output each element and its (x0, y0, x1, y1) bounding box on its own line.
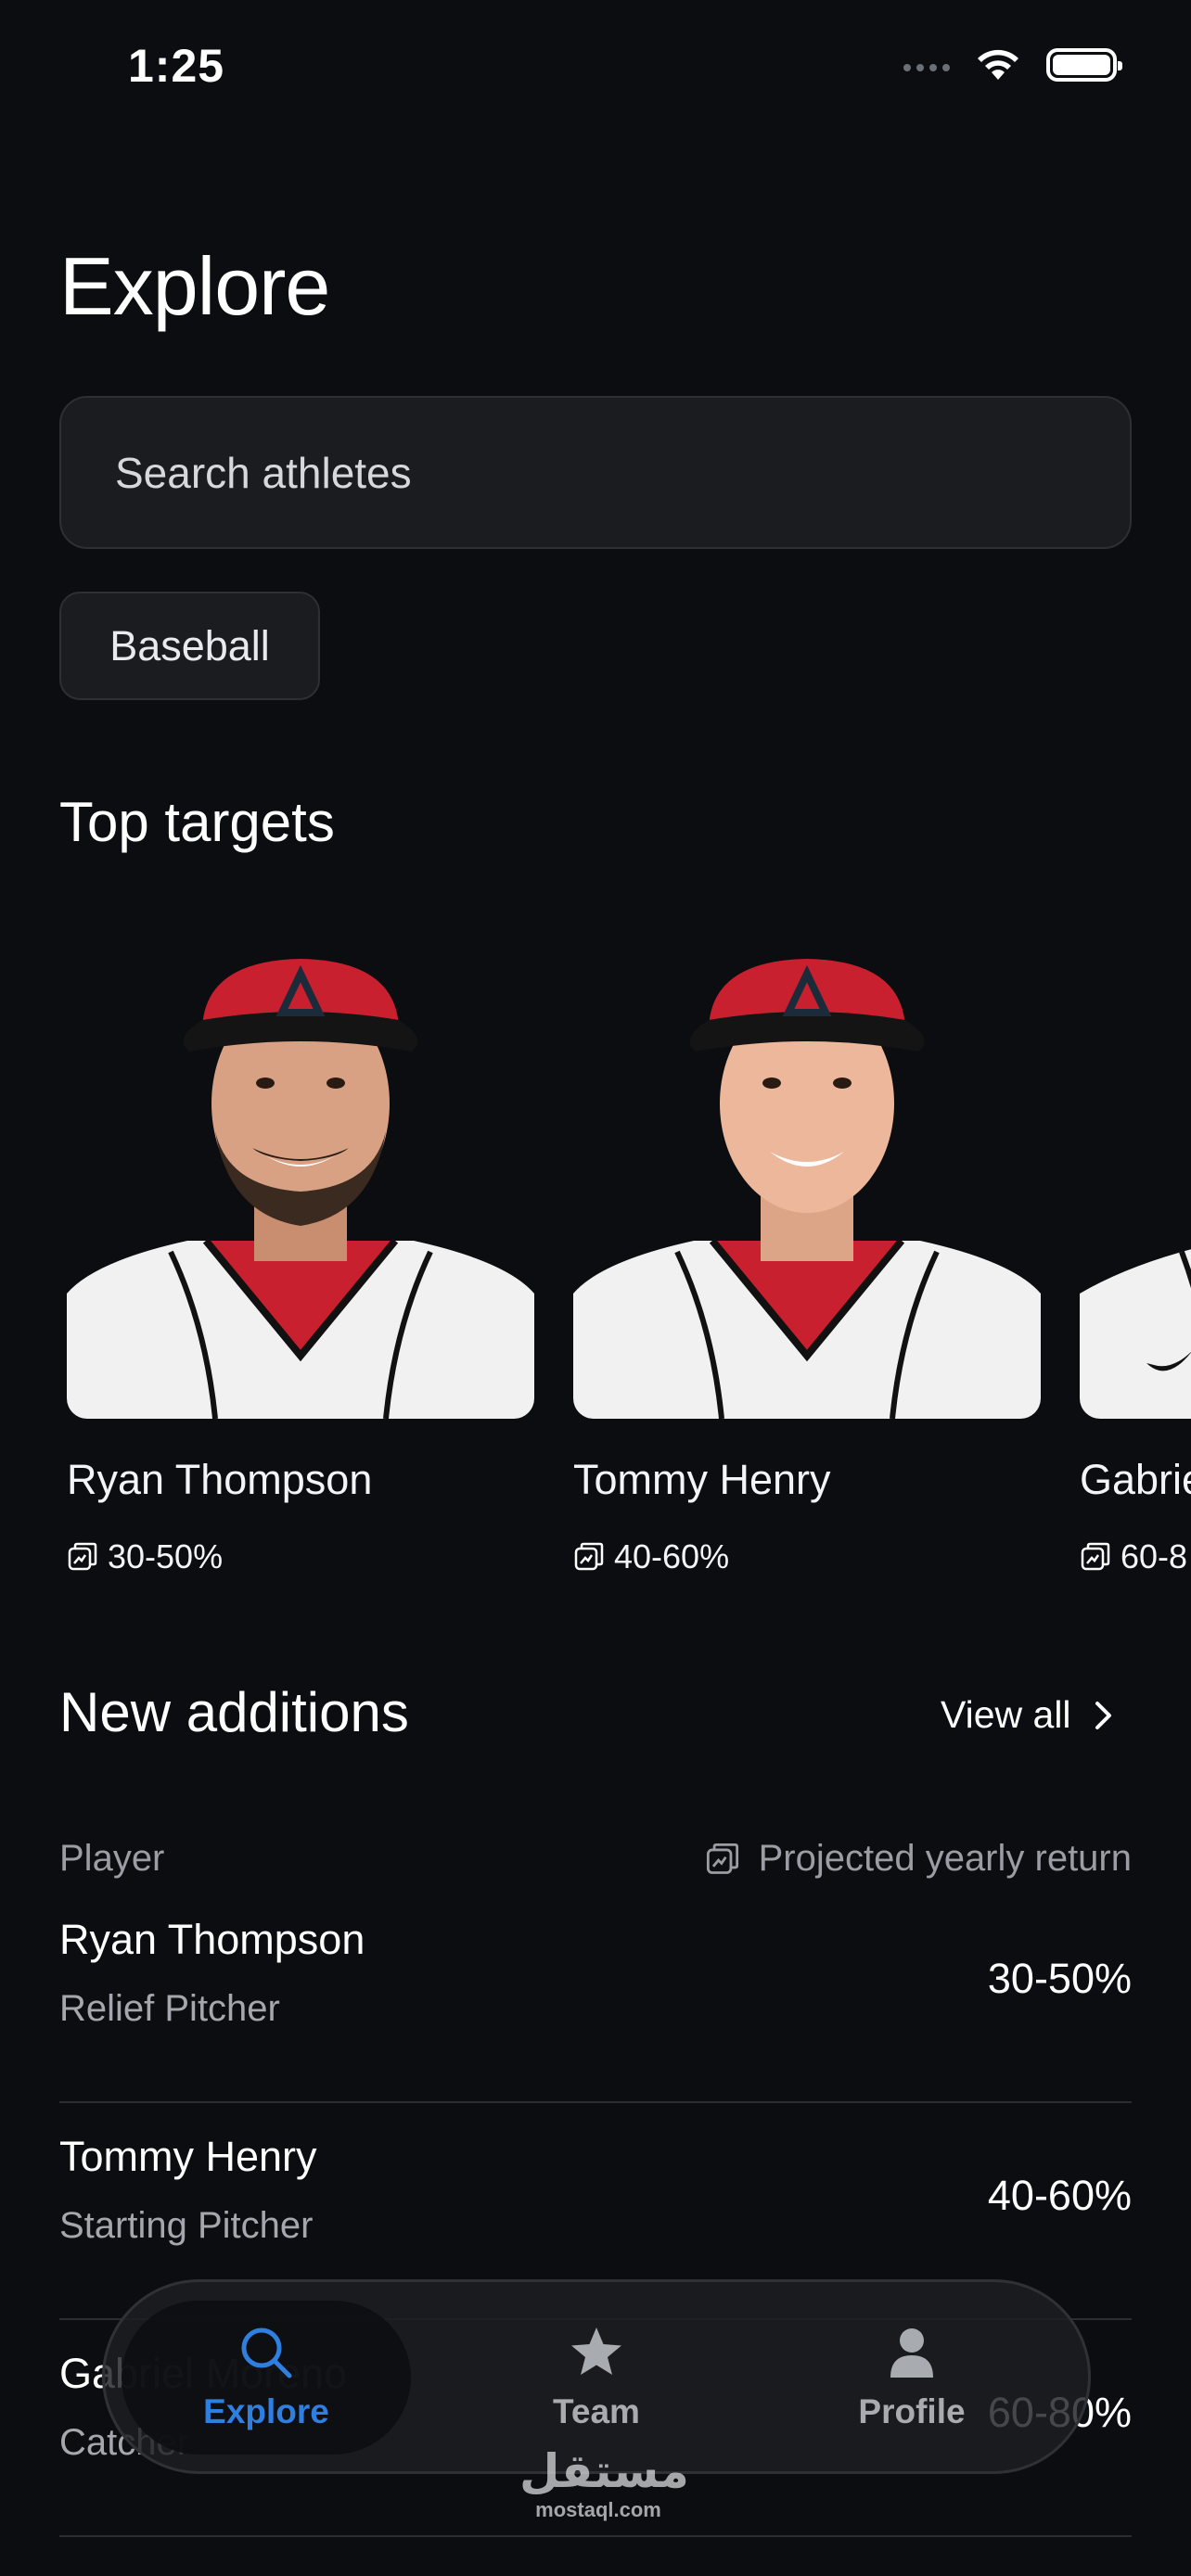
tab-profile-label: Profile (858, 2392, 966, 2430)
player-row[interactable]: Ryan Thompson Relief Pitcher 30-50% (59, 1886, 1132, 2103)
watermark-arabic: مستقل (519, 2444, 689, 2498)
athlete-card[interactable]: Tommy Henry 40-60% (573, 927, 1041, 1576)
projection-icon (68, 1542, 97, 1571)
filter-chip-baseball[interactable]: Baseball (59, 592, 320, 700)
tab-team[interactable]: Team (467, 2301, 726, 2455)
status-icons (903, 46, 1122, 83)
cellular-signal-icon (903, 58, 950, 71)
person-icon (890, 2328, 933, 2378)
top-targets-carousel[interactable]: Ryan Thompson 30-50% Tommy Henry 40-60% … (67, 927, 1191, 1576)
athlete-photo (1080, 927, 1191, 1419)
new-additions-title: New additions (59, 1681, 409, 1743)
athlete-card[interactable]: Gabrie 60-8 (1080, 927, 1191, 1576)
athlete-photo (573, 927, 1041, 1419)
player-name: Tommy Henry (59, 2133, 317, 2180)
tab-explore-label: Explore (203, 2392, 329, 2430)
top-targets-title: Top targets (59, 791, 335, 853)
explore-screen: 1:25 Explore Baseball Top targets (0, 0, 1191, 2576)
view-all-link[interactable]: View all (941, 1693, 1114, 1737)
player-role: Starting Pitcher (59, 2205, 314, 2246)
athlete-return: 30-50% (67, 1537, 534, 1576)
player-return: 30-50% (987, 1955, 1132, 2002)
chevron-right-icon (1095, 1701, 1111, 1729)
view-all-label: View all (941, 1693, 1071, 1736)
watermark-latin: mostaql.com (535, 2498, 661, 2521)
player-name: Ryan Thompson (59, 1916, 365, 1963)
wifi-icon (978, 49, 1018, 80)
athlete-return: 60-8 (1080, 1537, 1191, 1576)
status-time: 1:25 (128, 40, 225, 92)
column-header-return-label: Projected yearly return (758, 1838, 1132, 1879)
watermark: مستقل mostaql.com (519, 2444, 689, 2522)
athlete-name: Tommy Henry (573, 1456, 831, 1503)
battery-icon (1046, 48, 1122, 82)
athlete-return-value: 60-8 (1121, 1537, 1188, 1575)
athlete-photo (67, 927, 534, 1419)
page-title: Explore (59, 240, 330, 332)
search-icon (241, 2327, 292, 2378)
projection-icon (574, 1542, 604, 1571)
projection-icon (1081, 1542, 1110, 1571)
column-header-player: Player (59, 1838, 165, 1879)
athlete-card[interactable]: Ryan Thompson 30-50% (67, 927, 534, 1576)
player-role: Relief Pitcher (59, 1988, 280, 2029)
star-icon (571, 2327, 621, 2375)
athlete-return-value: 30-50% (108, 1537, 224, 1575)
projection-icon (706, 1843, 738, 1874)
search-box[interactable] (59, 396, 1132, 549)
athlete-name: Ryan Thompson (67, 1456, 373, 1503)
athlete-name: Gabrie (1080, 1456, 1191, 1503)
tab-profile[interactable]: Profile (782, 2301, 1042, 2455)
player-return: 40-60% (987, 2172, 1132, 2219)
athlete-return: 40-60% (573, 1537, 1041, 1576)
athlete-return-value: 40-60% (614, 1537, 730, 1575)
column-header-return: Projected yearly return (705, 1838, 1132, 1880)
tab-explore[interactable]: Explore (122, 2301, 411, 2455)
search-input[interactable] (115, 447, 1130, 498)
tab-team-label: Team (553, 2392, 640, 2430)
